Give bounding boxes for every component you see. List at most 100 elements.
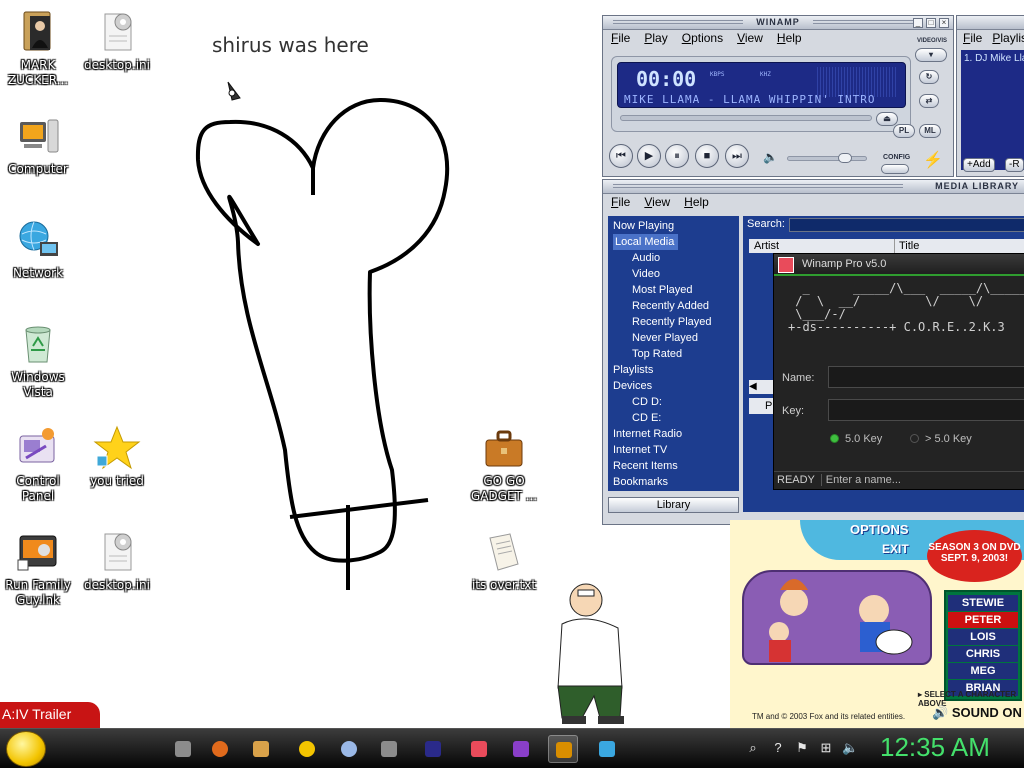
character-lois[interactable]: LOIS [948, 629, 1018, 645]
network-tray-icon[interactable]: ⊞ [818, 740, 834, 756]
close-button[interactable]: × [939, 18, 949, 28]
search-icon[interactable]: ⌕ [745, 740, 761, 756]
menu-play[interactable]: Play [644, 30, 667, 47]
tree-item[interactable]: Video [608, 266, 739, 282]
column-artist[interactable]: Artist [754, 239, 779, 253]
next-button[interactable]: ⏭ [725, 144, 749, 168]
column-title[interactable]: Title [894, 239, 919, 253]
character-peter[interactable]: PETER [948, 612, 1018, 628]
volume-slider[interactable] [787, 153, 867, 163]
taskbar-app-visualizer[interactable] [506, 735, 536, 763]
desktop-icon-you-tried[interactable]: you tried [79, 424, 155, 489]
previous-button[interactable]: ⏮ [609, 144, 633, 168]
shade-button[interactable]: □ [926, 18, 936, 28]
options-link[interactable]: OPTIONS [850, 522, 909, 537]
radio-above-5-0-key[interactable]: > 5.0 Key [910, 433, 972, 445]
desktop-icon-computer[interactable]: Computer [0, 112, 76, 177]
add-button[interactable]: +Add [963, 158, 995, 172]
taskbar-app-tv[interactable] [418, 735, 448, 763]
playlist-list[interactable]: 1. DJ Mike Lla [961, 50, 1024, 170]
taskbar-app-paint[interactable] [334, 735, 364, 763]
desktop-icon-its-over[interactable]: its over.txt [466, 528, 542, 593]
play-selection-button[interactable]: Pl [749, 398, 775, 414]
sound-toggle[interactable]: 🔊 SOUND ON [932, 705, 1022, 721]
taskbar-app-winamp-pro[interactable] [464, 735, 494, 763]
flag-icon[interactable]: ⚑ [794, 740, 810, 756]
playlist-titlebar[interactable] [957, 16, 1024, 30]
character-meg[interactable]: MEG [948, 663, 1018, 679]
ml-menu-file[interactable]: File [611, 194, 630, 211]
desktop-icon-control-panel[interactable]: Control Panel [0, 424, 76, 504]
menu-file[interactable]: File [611, 30, 630, 47]
tree-item[interactable]: Recent Items [608, 458, 739, 474]
exit-link[interactable]: EXIT [882, 542, 909, 556]
character-stewie[interactable]: STEWIE [948, 595, 1018, 611]
search-input[interactable] [789, 218, 1024, 232]
menu-options[interactable]: Options [682, 30, 723, 47]
library-toggle-button[interactable]: ML [919, 124, 941, 138]
radio-5-0-key[interactable]: 5.0 Key [830, 433, 882, 445]
taskbar-app-firefox[interactable] [205, 735, 235, 763]
desktop-icon-desktop-ini[interactable]: desktop.ini [79, 8, 155, 73]
tree-item[interactable]: Audio [608, 250, 739, 266]
taskbar-app-media-2[interactable] [374, 735, 404, 763]
seek-bar[interactable] [620, 115, 872, 121]
config-button[interactable] [881, 164, 909, 174]
taskbar-app-desktop[interactable] [592, 735, 622, 763]
taskbar-app-media[interactable] [168, 735, 198, 763]
video-vis-toggle[interactable]: ▾ [915, 48, 947, 62]
name-input[interactable] [828, 366, 1024, 388]
desktop-icon-desktop-ini-2[interactable]: desktop.ini [79, 528, 155, 593]
desktop-icon-windows-vista[interactable]: Windows Vista [0, 320, 76, 400]
key-input[interactable] [828, 399, 1024, 421]
eject-button[interactable]: ⏏ [876, 112, 898, 126]
clock[interactable]: 12:35 AM [880, 732, 990, 763]
tree-item[interactable]: Internet Radio [608, 426, 739, 442]
ml-menu-view[interactable]: View [644, 194, 670, 211]
media-library-titlebar[interactable]: MEDIA LIBRARY [603, 180, 1024, 194]
playlist-toggle-button[interactable]: PL [893, 124, 915, 138]
play-button[interactable]: ▶ [637, 144, 661, 168]
playlist-item[interactable]: 1. DJ Mike Lla [964, 53, 1024, 64]
tree-item[interactable]: Recently Played [608, 314, 739, 330]
desktop-icon-mark-zucker[interactable]: MARK ZUCKER... [0, 8, 76, 88]
speaker-icon[interactable]: 🔈 [842, 740, 858, 756]
trailer-badge[interactable]: A:IV Trailer [0, 702, 100, 728]
ml-menu-help[interactable]: Help [684, 194, 709, 211]
tree-item[interactable]: Top Rated [608, 346, 739, 362]
pro-titlebar[interactable]: Winamp Pro v5.0 [774, 254, 1024, 276]
desktop-icon-run-family-guy[interactable]: Run Family Guy.lnk [0, 528, 76, 608]
tree-item[interactable]: Internet TV [608, 442, 739, 458]
remove-button[interactable]: -R [1005, 158, 1024, 172]
taskbar-app-messenger[interactable] [292, 735, 322, 763]
taskbar-app-winamp[interactable] [548, 735, 578, 763]
winamp-titlebar[interactable]: WINAMP _ □ × [603, 16, 953, 30]
pause-button[interactable]: ⏸ [665, 144, 689, 168]
lightning-icon[interactable]: ⚡ [923, 150, 943, 170]
desktop-icon-network[interactable]: Network [0, 216, 76, 281]
tree-item[interactable]: Playlists [608, 362, 739, 378]
nav-left-button[interactable]: ◀ [749, 380, 775, 394]
start-button-smiley-icon[interactable] [6, 731, 46, 767]
tree-item[interactable]: CD E: [608, 410, 739, 426]
stop-button[interactable]: ■ [695, 144, 719, 168]
minimize-button[interactable]: _ [913, 18, 923, 28]
taskbar-app-book[interactable] [246, 735, 276, 763]
repeat-button[interactable]: ↻ [919, 70, 939, 84]
playlist-menu-playlist[interactable]: Playlis [992, 30, 1024, 47]
menu-view[interactable]: View [737, 30, 763, 47]
tree-item[interactable]: Devices [608, 378, 739, 394]
tree-item[interactable]: Never Played [608, 330, 739, 346]
help-icon[interactable]: ? [770, 740, 786, 756]
library-button[interactable]: Library [608, 497, 739, 513]
tree-item[interactable]: Recently Added [608, 298, 739, 314]
playlist-menu-file[interactable]: File [963, 30, 982, 47]
tree-item[interactable]: CD D: [608, 394, 739, 410]
shuffle-button[interactable]: ⇄ [919, 94, 939, 108]
menu-help[interactable]: Help [777, 30, 802, 47]
tree-item[interactable]: Now Playing [608, 218, 739, 234]
desktop-icon-go-go-gadget[interactable]: GO GO GADGET ... [466, 424, 542, 504]
tree-item[interactable]: Local Media [608, 234, 739, 250]
tree-item[interactable]: Bookmarks [608, 474, 739, 490]
character-chris[interactable]: CHRIS [948, 646, 1018, 662]
